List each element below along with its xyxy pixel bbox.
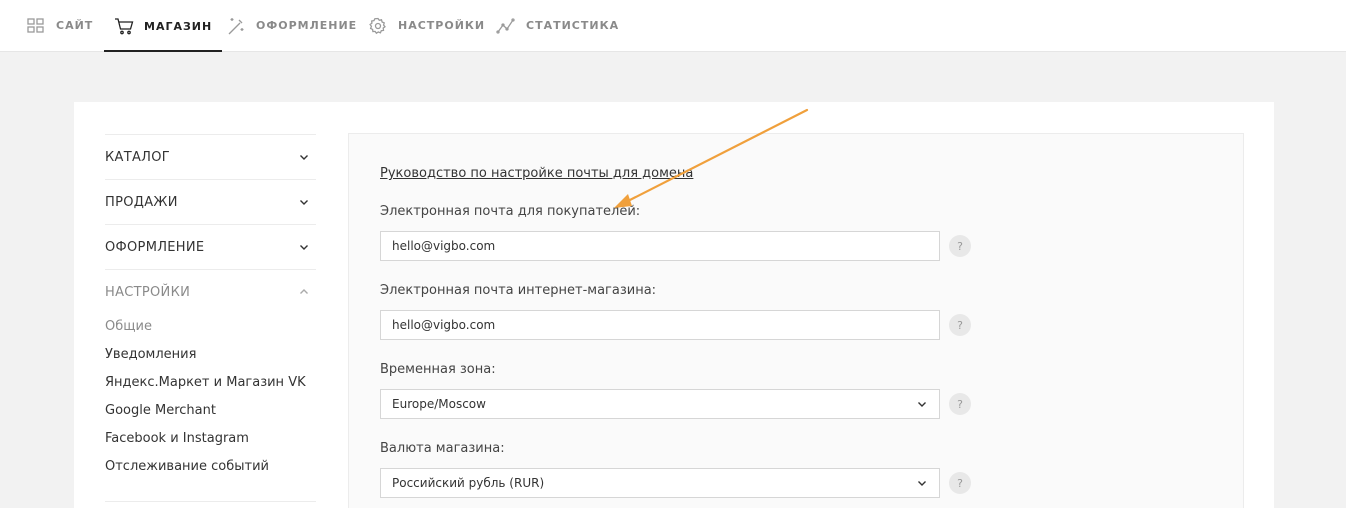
nav-item-label: САЙТ xyxy=(56,19,94,32)
chevron-down-icon xyxy=(298,151,310,163)
chevron-down-icon xyxy=(916,398,928,410)
timezone-label: Временная зона: xyxy=(380,362,496,377)
sidebar-section-sales[interactable]: ПРОДАЖИ xyxy=(105,179,316,224)
sidebar-subitem-yandex-vk[interactable]: Яндекс.Маркет и Магазин VK xyxy=(105,373,306,393)
chevron-up-icon xyxy=(298,286,310,298)
sidebar-section-design[interactable]: ОФОРМЛЕНИЕ xyxy=(105,224,316,269)
currency-select[interactable]: Российский рубль (RUR) xyxy=(380,468,940,498)
sidebar-section-label: КАТАЛОГ xyxy=(105,149,170,165)
cart-icon xyxy=(114,16,134,36)
timezone-select[interactable]: Europe/Moscow xyxy=(380,389,940,419)
mail-domain-guide-link[interactable]: Руководство по настройке почты для домен… xyxy=(380,166,693,181)
shop-email-input[interactable] xyxy=(380,310,940,340)
timezone-value: Europe/Moscow xyxy=(392,397,486,411)
sidebar-section-label: НАСТРОЙКИ xyxy=(105,284,191,300)
sidebar-subitem-notifications[interactable]: Уведомления xyxy=(105,345,196,365)
sidebar-section-catalog[interactable]: КАТАЛОГ xyxy=(105,134,316,179)
sidebar-section-settings[interactable]: НАСТРОЙКИ xyxy=(105,269,316,314)
chevron-down-icon xyxy=(298,241,310,253)
line-chart-icon xyxy=(496,16,516,36)
settings-card: КАТАЛОГ ПРОДАЖИ ОФОРМЛЕНИЕ НАСТРОЙКИ Общ… xyxy=(74,102,1274,508)
chevron-down-icon xyxy=(916,477,928,489)
nav-item-settings[interactable]: НАСТРОЙКИ xyxy=(368,0,485,51)
help-icon[interactable]: ? xyxy=(949,472,971,494)
nav-item-label: МАГАЗИН xyxy=(144,19,213,33)
help-icon[interactable]: ? xyxy=(949,235,971,257)
sidebar-section-label: ОФОРМЛЕНИЕ xyxy=(105,239,205,255)
grid-icon xyxy=(26,16,46,36)
currency-value: Российский рубль (RUR) xyxy=(392,476,545,490)
sidebar-subitem-facebook-instagram[interactable]: Facebook и Instagram xyxy=(105,429,249,449)
nav-item-statistics[interactable]: СТАТИСТИКА xyxy=(496,0,619,51)
customer-email-input[interactable] xyxy=(380,231,940,261)
sidebar-section-label: ПРОДАЖИ xyxy=(105,194,178,210)
sidebar-divider xyxy=(105,501,316,502)
nav-item-label: ОФОРМЛЕНИЕ xyxy=(256,19,358,32)
nav-item-shop[interactable]: МАГАЗИН xyxy=(104,0,223,52)
top-navigation: САЙТ МАГАЗИН ОФОРМЛЕНИЕ НАСТРОЙКИ СТАТИС… xyxy=(0,0,1346,52)
gear-icon xyxy=(368,16,388,36)
nav-item-label: СТАТИСТИКА xyxy=(526,19,620,32)
sidebar-subitem-event-tracking[interactable]: Отслеживание событий xyxy=(105,457,269,477)
nav-item-site[interactable]: САЙТ xyxy=(26,0,93,51)
shop-email-label: Электронная почта интернет-магазина: xyxy=(380,283,657,298)
sidebar-subitem-google-merchant[interactable]: Google Merchant xyxy=(105,401,216,421)
nav-item-design[interactable]: ОФОРМЛЕНИЕ xyxy=(226,0,357,51)
chevron-down-icon xyxy=(298,196,310,208)
currency-label: Валюта магазина: xyxy=(380,441,505,456)
sidebar-subitem-general[interactable]: Общие xyxy=(105,317,152,337)
nav-item-label: НАСТРОЙКИ xyxy=(398,19,486,32)
help-icon[interactable]: ? xyxy=(949,393,971,415)
customer-email-label: Электронная почта для покупателей: xyxy=(380,204,641,219)
magic-wand-icon xyxy=(226,16,246,36)
help-icon[interactable]: ? xyxy=(949,314,971,336)
general-settings-panel: Руководство по настройке почты для домен… xyxy=(348,133,1244,508)
